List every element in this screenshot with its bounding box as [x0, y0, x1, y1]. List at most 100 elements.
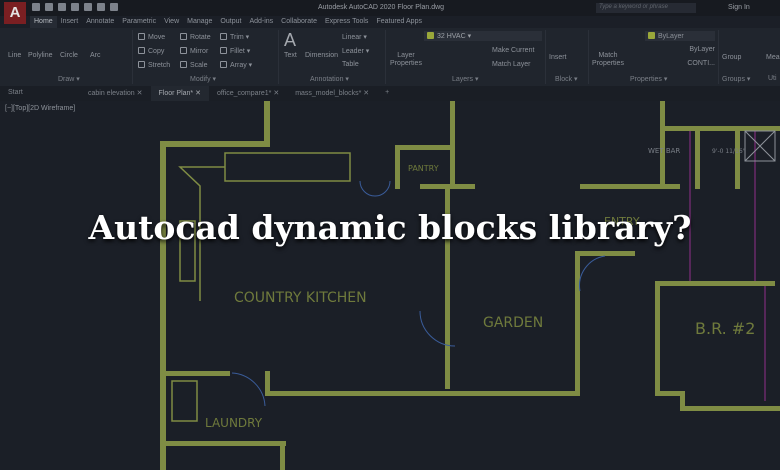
- array-button[interactable]: Array ▾: [220, 61, 252, 69]
- viewport-controls[interactable]: [−][Top][2D Wireframe]: [5, 105, 75, 112]
- trim-button[interactable]: Trim ▾: [220, 33, 249, 41]
- tab-output[interactable]: Output: [216, 16, 245, 28]
- stretch-label: Stretch: [148, 62, 171, 69]
- text-icon[interactable]: A: [284, 30, 296, 51]
- linetype-dropdown[interactable]: CONTI...: [645, 60, 715, 67]
- dimension-button[interactable]: Dimension: [305, 52, 338, 59]
- tab-express-tools[interactable]: Express Tools: [321, 16, 372, 28]
- copy-button[interactable]: Copy: [138, 47, 164, 55]
- arc-button[interactable]: Arc: [90, 52, 101, 59]
- mirror-button[interactable]: Mirror: [180, 47, 208, 55]
- ribbon: Line Polyline Circle Arc Draw ▾ Move Rot…: [0, 28, 780, 86]
- block-panel-label[interactable]: Block ▾: [555, 75, 578, 83]
- close-icon[interactable]: ✕: [195, 90, 201, 97]
- scale-icon: [180, 61, 187, 68]
- divider: [588, 30, 589, 84]
- close-icon[interactable]: ✕: [363, 90, 369, 97]
- rotate-button[interactable]: Rotate: [180, 33, 211, 41]
- match-properties-button[interactable]: Match Properties: [592, 52, 624, 68]
- divider: [132, 30, 133, 84]
- groups-panel-label[interactable]: Groups ▾: [722, 75, 750, 83]
- tab-featured-apps[interactable]: Featured Apps: [372, 16, 426, 28]
- properties-panel-label[interactable]: Properties ▾: [630, 75, 667, 83]
- line-button[interactable]: Line: [8, 52, 21, 59]
- rotate-label: Rotate: [190, 34, 211, 41]
- doc-tab-office-compare[interactable]: office_compare1* ✕: [209, 86, 287, 101]
- tab-insert[interactable]: Insert: [57, 16, 83, 28]
- leader-button[interactable]: Leader ▾: [342, 47, 369, 55]
- circle-button[interactable]: Circle: [60, 52, 78, 59]
- mirror-label: Mirror: [190, 48, 209, 55]
- linear-button[interactable]: Linear ▾: [342, 33, 367, 41]
- move-label: Move: [148, 34, 166, 41]
- doc-tab-cabin-elevation[interactable]: cabin elevation ✕: [80, 86, 151, 101]
- divider: [278, 30, 279, 84]
- drawing-canvas[interactable]: PANTRY COUNTRY KITCHEN GARDEN LAUNDRY EN…: [0, 101, 780, 470]
- text-button[interactable]: Text: [284, 52, 297, 59]
- document-tabs: Start cabin elevation ✕ Floor Plan* ✕ of…: [0, 86, 780, 101]
- fillet-button[interactable]: Fillet ▾: [220, 47, 250, 55]
- stretch-icon: [138, 61, 145, 68]
- divider: [718, 30, 719, 84]
- search-input[interactable]: Type a keyword or phrase: [596, 3, 696, 13]
- tab-add-ins[interactable]: Add-ins: [245, 16, 277, 28]
- doc-tab-mass-model-blocks[interactable]: mass_model_blocks* ✕: [287, 86, 377, 101]
- layer-color-swatch: [427, 32, 434, 39]
- window-title: Autodesk AutoCAD 2020 Floor Plan.dwg: [318, 4, 445, 11]
- insert-button[interactable]: Insert: [549, 54, 567, 61]
- scale-button[interactable]: Scale: [180, 61, 208, 69]
- utilities-panel-label[interactable]: Uti: [768, 75, 777, 82]
- save-as-icon[interactable]: [71, 3, 79, 11]
- array-icon: [220, 61, 227, 68]
- copy-icon: [138, 47, 145, 54]
- move-button[interactable]: Move: [138, 33, 165, 41]
- new-icon[interactable]: [32, 3, 40, 11]
- trim-icon: [220, 33, 227, 40]
- layer-name: 32 HVAC: [437, 33, 466, 40]
- polyline-button[interactable]: Polyline: [28, 52, 53, 59]
- layer-properties-button[interactable]: Layer Properties: [389, 52, 423, 68]
- tab-annotate[interactable]: Annotate: [82, 16, 118, 28]
- layer-dropdown[interactable]: 32 HVAC ▾: [424, 31, 542, 41]
- ribbon-tabs: Home Insert Annotate Parametric View Man…: [30, 16, 426, 28]
- table-button[interactable]: Table: [342, 61, 359, 68]
- fillet-label: Fillet ▾: [230, 48, 251, 55]
- doc-tab-floor-plan[interactable]: Floor Plan* ✕: [150, 86, 209, 101]
- pantry-label: PANTRY: [408, 164, 439, 173]
- redo-icon[interactable]: [110, 3, 118, 11]
- draw-panel-label[interactable]: Draw ▾: [58, 75, 80, 83]
- close-icon[interactable]: ✕: [273, 90, 279, 97]
- doc-tab-start[interactable]: Start: [0, 86, 80, 101]
- application-menu-button[interactable]: A: [4, 2, 26, 24]
- plot-icon[interactable]: [84, 3, 92, 11]
- make-current-button[interactable]: Make Current: [492, 47, 534, 54]
- group-button[interactable]: Group: [722, 54, 741, 61]
- array-label: Array ▾: [230, 62, 253, 69]
- color-dropdown[interactable]: ByLayer: [645, 31, 715, 41]
- close-icon[interactable]: ✕: [137, 90, 143, 97]
- tab-view[interactable]: View: [160, 16, 183, 28]
- save-icon[interactable]: [58, 3, 66, 11]
- new-tab-button[interactable]: +: [377, 86, 397, 101]
- match-layer-button[interactable]: Match Layer: [492, 61, 531, 68]
- undo-icon[interactable]: [97, 3, 105, 11]
- rotate-icon: [180, 33, 187, 40]
- tab-home[interactable]: Home: [30, 16, 57, 28]
- tab-manage[interactable]: Manage: [183, 16, 216, 28]
- headline-overlay: Autocad dynamic blocks library?: [88, 208, 692, 247]
- tab-collaborate[interactable]: Collaborate: [277, 16, 321, 28]
- lineweight-dropdown[interactable]: ByLayer: [645, 46, 715, 53]
- hvac-lines: [689, 131, 766, 401]
- copy-label: Copy: [148, 48, 165, 55]
- tab-parametric[interactable]: Parametric: [118, 16, 160, 28]
- quick-access-toolbar: [32, 3, 118, 11]
- modify-panel-label[interactable]: Modify ▾: [190, 75, 216, 83]
- sign-in-button[interactable]: Sign In: [728, 4, 750, 11]
- stretch-button[interactable]: Stretch: [138, 61, 170, 69]
- open-icon[interactable]: [45, 3, 53, 11]
- annotation-panel-label[interactable]: Annotation ▾: [310, 75, 349, 83]
- color-swatch: [648, 32, 655, 39]
- layers-panel-label[interactable]: Layers ▾: [452, 75, 478, 83]
- measure-button[interactable]: Mea: [766, 54, 780, 61]
- kitchen-counters: [171, 152, 351, 422]
